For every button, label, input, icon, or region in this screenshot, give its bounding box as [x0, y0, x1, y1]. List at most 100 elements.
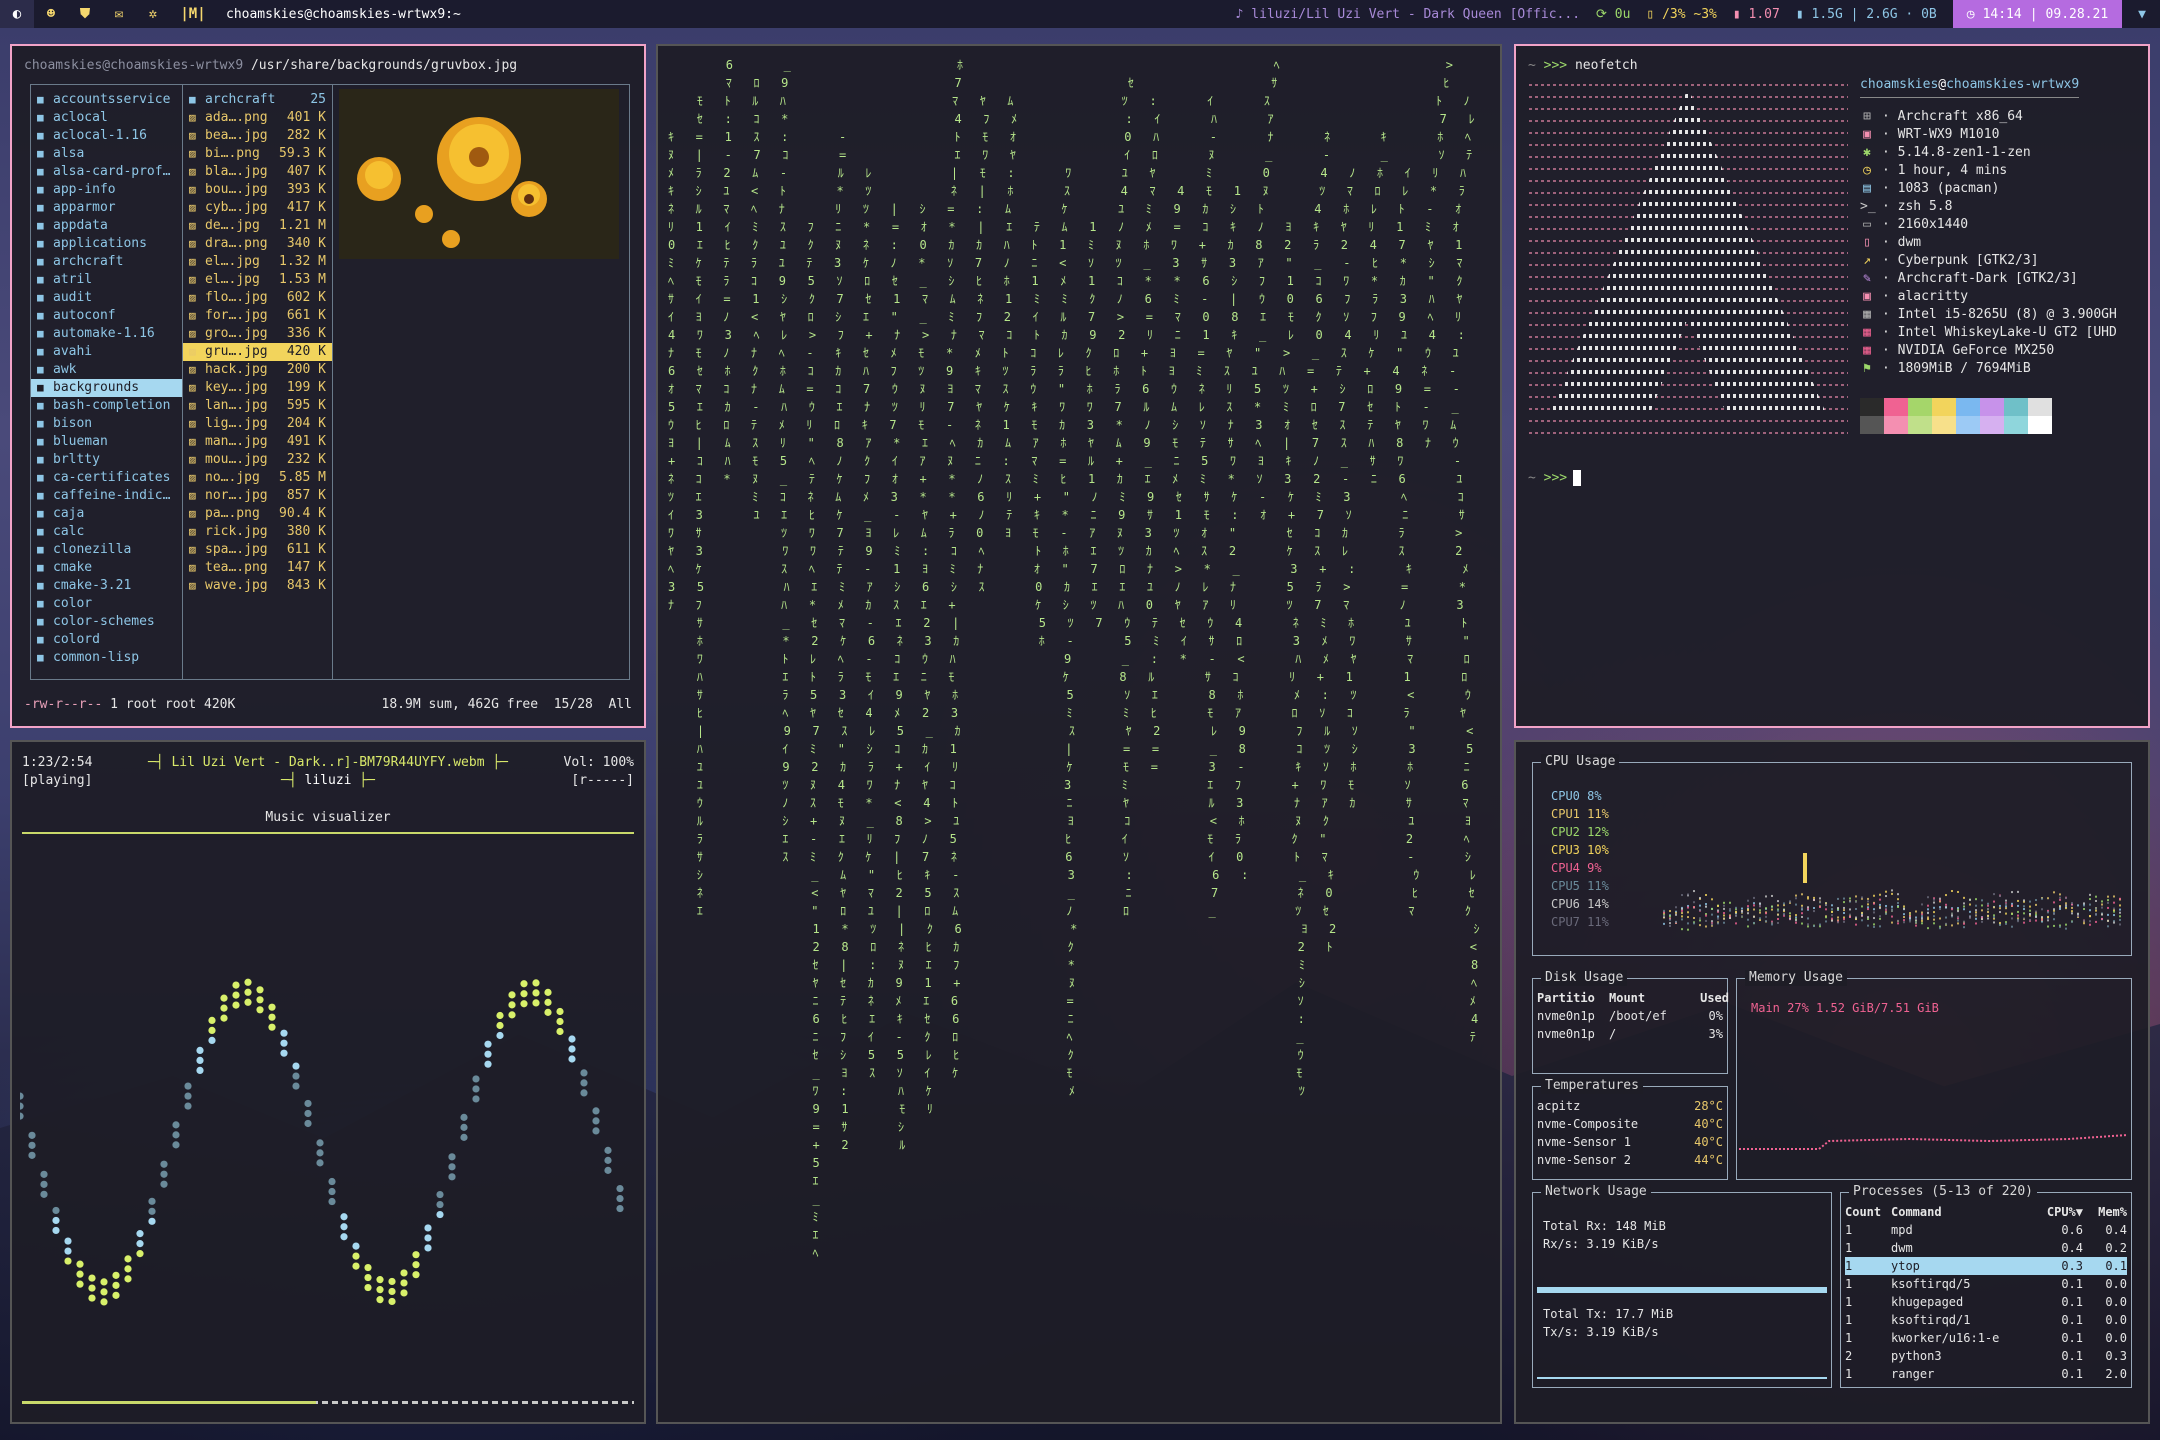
dir-item[interactable]: ■ avahi: [31, 343, 182, 361]
progress-bar[interactable]: [22, 1401, 634, 1404]
dir-item[interactable]: ■ ca-certificates: [31, 469, 182, 487]
file-item[interactable]: ▨ ada….png 401 K: [183, 109, 332, 127]
ranger-window[interactable]: choamskies@choamskies-wrtwx9 /usr/share/…: [10, 44, 646, 728]
wifi-icon[interactable]: ▼: [2138, 7, 2160, 22]
file-item[interactable]: ▨ spa….jpg 611 K: [183, 541, 332, 559]
prompt-cursor[interactable]: ~ >>>: [1528, 470, 1581, 486]
cpu-usage-panel: CPU Usage CPU0 8% CPU1 11% CPU2 12% CPU3 10…: [1532, 762, 2132, 956]
file-item[interactable]: ▨ mou….jpg 232 K: [183, 451, 332, 469]
info-icon: ◷: [1860, 162, 1874, 180]
ncmpcpp-window[interactable]: 1:23/2:54 [playing] ─┤ Lil Uzi Vert - Dar…: [10, 740, 646, 1424]
file-item[interactable]: ▨ wave.jpg 843 K: [183, 577, 332, 595]
dir-item[interactable]: ■ caffeine-indic…: [31, 487, 182, 505]
file-item[interactable]: ▨ gru….jpg 420 K: [183, 343, 332, 361]
dir-item[interactable]: ■ appdata: [31, 217, 182, 235]
tag-2-icon[interactable]: ⛊: [68, 0, 102, 28]
process-row[interactable]: 1 khugepaged 0.1 0.0: [1845, 1293, 2127, 1311]
dir-item[interactable]: ■ app-info: [31, 181, 182, 199]
neofetch-window[interactable]: ~ >>> neofetch choamskies@choamskies-wrt…: [1514, 44, 2150, 728]
file-item[interactable]: ▨ gro….jpg 336 K: [183, 325, 332, 343]
cell: 0.0: [2083, 1275, 2127, 1293]
dir-item[interactable]: ■ atril: [31, 271, 182, 289]
dir-item[interactable]: ■ cmake: [31, 559, 182, 577]
dir-item[interactable]: ■ aclocal: [31, 109, 182, 127]
file-item[interactable]: ▨ flo….jpg 602 K: [183, 289, 332, 307]
dir-item[interactable]: ■ caja: [31, 505, 182, 523]
file-item[interactable]: ▨ lan….jpg 595 K: [183, 397, 332, 415]
file-item[interactable]: ▨ cyb….jpg 417 K: [183, 199, 332, 217]
now-playing[interactable]: liluzi/Lil Uzi Vert - Dark Queen [Offic.…: [1251, 7, 1580, 22]
dir-item[interactable]: ■ autoconf: [31, 307, 182, 325]
cell: 0.0: [2083, 1329, 2127, 1347]
dir-item[interactable]: ■ common-lisp: [31, 649, 182, 667]
dir-item[interactable]: ■ clonezilla: [31, 541, 182, 559]
file-item[interactable]: ▨ el….jpg 1.53 M: [183, 271, 332, 289]
file-item[interactable]: ▨ nor….jpg 857 K: [183, 487, 332, 505]
dir-item[interactable]: ■ accountsservice: [31, 91, 182, 109]
file-item[interactable]: ▨ lig….jpg 204 K: [183, 415, 332, 433]
dir-item[interactable]: ■ brltty: [31, 451, 182, 469]
dir-item[interactable]: ■ alsa: [31, 145, 182, 163]
folder-icon: ■: [37, 181, 53, 199]
file-item[interactable]: ▨ dra….png 340 K: [183, 235, 332, 253]
dir-item[interactable]: ■ colord: [31, 631, 182, 649]
layout-indicator[interactable]: |M|: [170, 0, 216, 28]
dir-name: avahi: [53, 343, 92, 361]
file-item[interactable]: ▨ bea….jpg 282 K: [183, 127, 332, 145]
dir-item[interactable]: ■ backgrounds: [31, 379, 182, 397]
dir-item[interactable]: ■ automake-1.16: [31, 325, 182, 343]
process-row[interactable]: 1 ranger 0.1 2.0: [1845, 1365, 2127, 1383]
cell: 0.0: [2083, 1293, 2127, 1311]
dir-item[interactable]: ■ awk: [31, 361, 182, 379]
cmatrix-window[interactable]: 6 _ ﾎ ﾍ > ﾏ ﾛ 9 7 ｾ ｻ: [656, 44, 1502, 1424]
process-row[interactable]: 1 ytop 0.3 0.1: [1845, 1257, 2127, 1275]
file-item[interactable]: ▨ hack.jpg 200 K: [183, 361, 332, 379]
dir-item[interactable]: ■ applications: [31, 235, 182, 253]
process-row[interactable]: 1 mpd 0.6 0.4: [1845, 1221, 2127, 1239]
info-row: ▣ · alacritty: [1860, 288, 2117, 306]
file-size: 401 K: [287, 109, 332, 127]
dir-item[interactable]: ■ alsa-card-prof…: [31, 163, 182, 181]
file-item[interactable]: ▨ no….jpg 5.85 M: [183, 469, 332, 487]
process-row[interactable]: 2 python3 0.1 0.3: [1845, 1347, 2127, 1365]
dir-item[interactable]: ■ color: [31, 595, 182, 613]
file-name: de….jpg: [205, 217, 279, 235]
cell: 0.3: [2039, 1257, 2083, 1275]
file-item[interactable]: ▨ key….jpg 199 K: [183, 379, 332, 397]
dir-item[interactable]: ■ audit: [31, 289, 182, 307]
dir-item[interactable]: ■ bash-completion: [31, 397, 182, 415]
dir-item[interactable]: ■ calc: [31, 523, 182, 541]
processes-panel[interactable]: Processes (5-13 of 220) Count Command CPU%…: [1840, 1192, 2132, 1388]
archcraft-logo-icon[interactable]: ◐: [0, 0, 34, 28]
process-row[interactable]: 1 dwm 0.4 0.2: [1845, 1239, 2127, 1257]
dir-column[interactable]: ■ accountsservice ■ aclocal ■ aclocal-1.16 ■ al…: [31, 85, 183, 679]
dir-item[interactable]: ■ bison: [31, 415, 182, 433]
file-item[interactable]: ▨ pa….png 90.4 K: [183, 505, 332, 523]
file-item[interactable]: ▨ el….jpg 1.32 M: [183, 253, 332, 271]
file-item[interactable]: ▨ bou….jpg 393 K: [183, 181, 332, 199]
process-row[interactable]: 1 ksoftirqd/5 0.1 0.0: [1845, 1275, 2127, 1293]
file-item[interactable]: ▨ bi….png 59.3 K: [183, 145, 332, 163]
process-row[interactable]: 1 ksoftirqd/1 0.1 0.0: [1845, 1311, 2127, 1329]
file-item[interactable]: ▨ man….jpg 491 K: [183, 433, 332, 451]
tag-4-icon[interactable]: ✲: [136, 0, 170, 28]
dir-item[interactable]: ■ aclocal-1.16: [31, 127, 182, 145]
process-row[interactable]: 1 kworker/u16:1-e 0.1 0.0: [1845, 1329, 2127, 1347]
clock[interactable]: ◷ 14:14 | 09.28.21: [1953, 0, 2122, 28]
file-item[interactable]: ▨ de….jpg 1.21 M: [183, 217, 332, 235]
dir-item[interactable]: ■ cmake-3.21: [31, 577, 182, 595]
dir-item[interactable]: ■ archcraft 25: [183, 91, 332, 109]
file-item[interactable]: ▨ for….jpg 661 K: [183, 307, 332, 325]
file-column[interactable]: ■ archcraft 25 ▨ ada….png 401 K ▨ bea….jpg 282 K…: [183, 85, 333, 679]
dir-item[interactable]: ■ apparmor: [31, 199, 182, 217]
file-item[interactable]: ▨ tea….png 147 K: [183, 559, 332, 577]
file-item[interactable]: ▨ bla….jpg 407 K: [183, 163, 332, 181]
ytop-window[interactable]: CPU Usage CPU0 8% CPU1 11% CPU2 12% CPU3 10…: [1514, 740, 2150, 1424]
dir-item[interactable]: ■ color-schemes: [31, 613, 182, 631]
file-item[interactable]: ▨ rick.jpg 380 K: [183, 523, 332, 541]
tag-3-icon[interactable]: ✉: [102, 0, 136, 28]
palette-swatch: [1860, 398, 1884, 416]
tag-1-icon[interactable]: ☻: [34, 0, 68, 28]
dir-item[interactable]: ■ archcraft: [31, 253, 182, 271]
dir-item[interactable]: ■ blueman: [31, 433, 182, 451]
